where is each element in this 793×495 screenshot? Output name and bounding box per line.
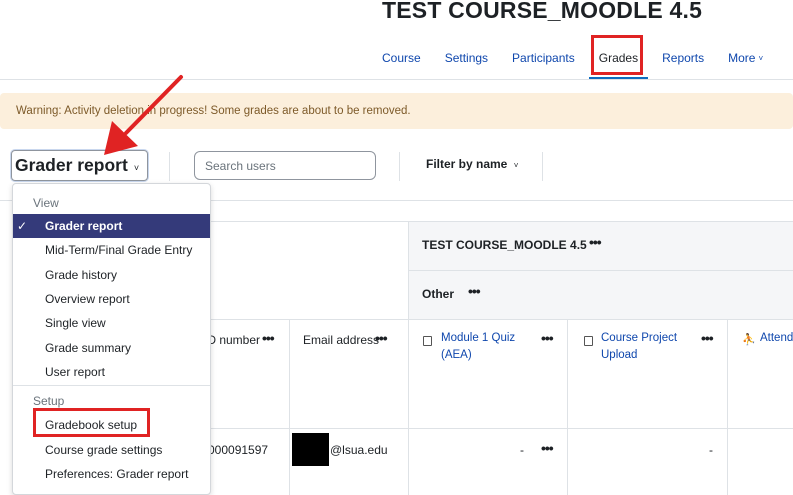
quiz-icon xyxy=(423,336,432,346)
toolbar-divider xyxy=(169,152,170,181)
toolbar-divider xyxy=(399,152,400,181)
nav-divider xyxy=(0,79,793,80)
grade-cell-menu-icon[interactable]: ••• xyxy=(541,441,554,455)
annotation-box-grades xyxy=(591,35,643,75)
menu-item-label: Grade history xyxy=(45,268,118,282)
report-selector-dropdown: View ✓ Grader report Mid-Term/Final Grad… xyxy=(12,183,211,495)
menu-item-user-report[interactable]: User report xyxy=(13,360,210,384)
annotation-box-gradebook-setup xyxy=(33,408,150,437)
course-project-menu-icon[interactable]: ••• xyxy=(701,331,714,345)
nav-course[interactable]: Course xyxy=(370,38,433,78)
nav-more-label: More xyxy=(728,51,756,65)
menu-item-label: Overview report xyxy=(45,292,130,306)
menu-item-mid-term-final-grade-entry[interactable]: Mid-Term/Final Grade Entry xyxy=(13,238,210,262)
attendance-icon: ⛹ xyxy=(742,334,756,346)
report-selector-label: Grader report xyxy=(15,155,128,175)
filter-by-name-button[interactable]: Filter by name ˅ xyxy=(426,157,518,171)
menu-item-label: Grade summary xyxy=(45,341,132,355)
menu-item-course-grade-settings[interactable]: Course grade settings xyxy=(13,438,210,462)
other-category-menu-icon[interactable]: ••• xyxy=(468,284,481,298)
nav-settings[interactable]: Settings xyxy=(433,38,500,78)
table-row-border xyxy=(210,428,793,429)
table-row-border xyxy=(210,319,793,320)
dropdown-header-view: View xyxy=(33,196,59,210)
menu-item-grader-report[interactable]: ✓ Grader report xyxy=(13,214,210,238)
other-category-header: Other xyxy=(422,287,455,301)
table-row-border xyxy=(408,270,793,271)
nav-participants[interactable]: Participants xyxy=(500,38,587,78)
module-1-quiz-column-header[interactable]: Module 1 Quiz (AEA) xyxy=(441,330,526,364)
page-title: TEST COURSE_MOODLE 4.5 xyxy=(382,0,703,23)
filter-by-name-label: Filter by name xyxy=(426,157,508,171)
menu-item-label: Grader report xyxy=(45,219,123,233)
warning-text: Warning: Activity deletion in progress! … xyxy=(16,105,411,117)
dropdown-divider xyxy=(13,385,210,386)
email-menu-icon[interactable]: ••• xyxy=(375,331,388,345)
menu-item-grade-history[interactable]: Grade history xyxy=(13,263,210,287)
chevron-down-icon: ˅ xyxy=(758,53,764,63)
table-col-border xyxy=(567,319,568,495)
chevron-down-icon: ˅ xyxy=(133,162,140,173)
menu-item-label: Course grade settings xyxy=(45,443,163,457)
warning-alert: Warning: Activity deletion in progress! … xyxy=(0,93,793,129)
table-col-border xyxy=(289,319,290,495)
nav-reports[interactable]: Reports xyxy=(650,38,716,78)
module-1-quiz-menu-icon[interactable]: ••• xyxy=(541,331,554,345)
menu-item-preferences-grader-report[interactable]: Preferences: Grader report xyxy=(13,462,210,486)
table-col-border xyxy=(408,222,409,495)
secondary-navigation: Course Settings Participants Grades Repo… xyxy=(370,38,775,80)
chevron-down-icon: ˅ xyxy=(513,161,519,170)
student-id-number: 000091597 xyxy=(208,443,269,457)
menu-item-label: User report xyxy=(45,365,106,379)
redacted-email xyxy=(292,433,329,466)
grade-cell-module-1-quiz[interactable]: - xyxy=(520,443,524,457)
id-number-menu-icon[interactable]: ••• xyxy=(262,331,275,345)
toolbar-divider xyxy=(542,152,543,181)
search-users-placeholder: Search users xyxy=(205,158,276,173)
menu-item-overview-report[interactable]: Overview report xyxy=(13,287,210,311)
menu-item-label: Preferences: Grader report xyxy=(45,467,189,481)
dropdown-header-setup: Setup xyxy=(33,394,65,408)
menu-item-label: Single view xyxy=(45,316,106,330)
course-category-header: TEST COURSE_MOODLE 4.5 xyxy=(422,238,587,252)
student-email: @lsua.edu xyxy=(330,443,388,457)
table-top-border xyxy=(210,221,793,222)
menu-item-label: Mid-Term/Final Grade Entry xyxy=(45,243,193,257)
course-category-menu-icon[interactable]: ••• xyxy=(589,235,602,249)
menu-item-grade-summary[interactable]: Grade summary xyxy=(13,336,210,360)
report-selector-button[interactable]: Grader report ˅ xyxy=(11,150,148,181)
table-col-border xyxy=(727,319,728,495)
attendance-column-header[interactable]: Attend xyxy=(760,330,793,347)
assignment-icon xyxy=(584,336,593,346)
check-icon: ✓ xyxy=(17,219,28,233)
email-column-header[interactable]: Email address xyxy=(303,333,379,347)
id-number-column-header[interactable]: ID number xyxy=(204,333,260,347)
search-users-input[interactable]: Search users xyxy=(194,151,376,180)
nav-more[interactable]: More ˅ xyxy=(716,38,775,78)
grade-cell-course-project[interactable]: - xyxy=(709,443,713,457)
course-project-column-header[interactable]: Course Project Upload xyxy=(601,330,681,364)
menu-item-single-view[interactable]: Single view xyxy=(13,311,210,335)
